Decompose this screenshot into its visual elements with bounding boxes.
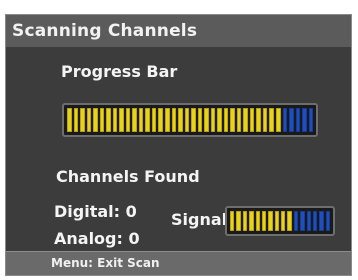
signal-segment <box>325 211 330 231</box>
signal-segment <box>306 211 311 231</box>
dialog-content: Progress Bar Channels Found Digital: 0 A… <box>6 47 351 253</box>
scan-dialog: Scanning Channels Progress Bar Channels … <box>5 14 352 276</box>
progress-segment <box>289 108 294 132</box>
progress-segment <box>262 108 268 132</box>
signal-segment <box>274 211 279 231</box>
progress-segment <box>125 108 131 132</box>
progress-segment <box>67 108 72 132</box>
progress-segment <box>197 108 203 132</box>
signal-segment <box>261 211 267 231</box>
progress-segment <box>223 108 229 132</box>
signal-segment <box>293 211 299 231</box>
signal-segment <box>242 211 248 231</box>
signal-segment <box>249 211 254 231</box>
progress-segments <box>67 108 314 132</box>
progress-segment <box>145 108 150 132</box>
progress-segment <box>112 108 118 132</box>
signal-segments <box>230 211 330 231</box>
progress-segment <box>184 108 190 132</box>
dialog-title: Scanning Channels <box>6 15 351 47</box>
progress-segment <box>308 108 314 132</box>
progress-segment <box>171 108 177 132</box>
exit-scan-hint[interactable]: Menu: Exit Scan <box>51 256 160 270</box>
signal-segment <box>268 211 273 231</box>
analog-count: Analog: 0 <box>54 229 140 248</box>
progress-segment <box>158 108 163 132</box>
progress-segment <box>217 108 222 132</box>
signal-segment <box>319 211 324 231</box>
signal-segment <box>287 211 292 231</box>
signal-segment <box>255 211 260 231</box>
progress-segment <box>243 108 248 132</box>
progress-segment <box>302 108 307 132</box>
signal-meter <box>225 206 335 236</box>
progress-segment <box>204 108 209 132</box>
progress-segment <box>191 108 196 132</box>
progress-segment <box>236 108 242 132</box>
progress-segment <box>249 108 255 132</box>
progress-segment <box>106 108 111 132</box>
progress-segment <box>164 108 170 132</box>
progress-segment <box>269 108 274 132</box>
progress-segment <box>276 108 281 132</box>
signal-segment <box>300 211 305 231</box>
progress-segment <box>93 108 98 132</box>
signal-segment <box>230 211 235 231</box>
progress-segment <box>119 108 124 132</box>
progress-segment <box>230 108 235 132</box>
tv-screen: Scanning Channels Progress Bar Channels … <box>0 0 358 280</box>
progress-segment <box>178 108 183 132</box>
progress-segment <box>282 108 288 132</box>
progress-segment <box>151 108 157 132</box>
signal-segment <box>312 211 318 231</box>
progress-segment <box>256 108 261 132</box>
progress-segment <box>132 108 137 132</box>
channels-found-label: Channels Found <box>56 167 200 186</box>
progress-segment <box>210 108 216 132</box>
progress-segment <box>86 108 92 132</box>
progress-segment <box>99 108 105 132</box>
progress-segment <box>138 108 144 132</box>
signal-segment <box>236 211 241 231</box>
footer-bar: Menu: Exit Scan <box>6 251 351 275</box>
progress-bar <box>62 103 318 137</box>
progress-segment <box>80 108 85 132</box>
progress-label: Progress Bar <box>61 62 178 81</box>
progress-segment <box>73 108 79 132</box>
signal-segment <box>281 211 286 231</box>
digital-count: Digital: 0 <box>54 202 137 221</box>
progress-segment <box>295 108 301 132</box>
signal-label: Signal <box>171 210 228 229</box>
